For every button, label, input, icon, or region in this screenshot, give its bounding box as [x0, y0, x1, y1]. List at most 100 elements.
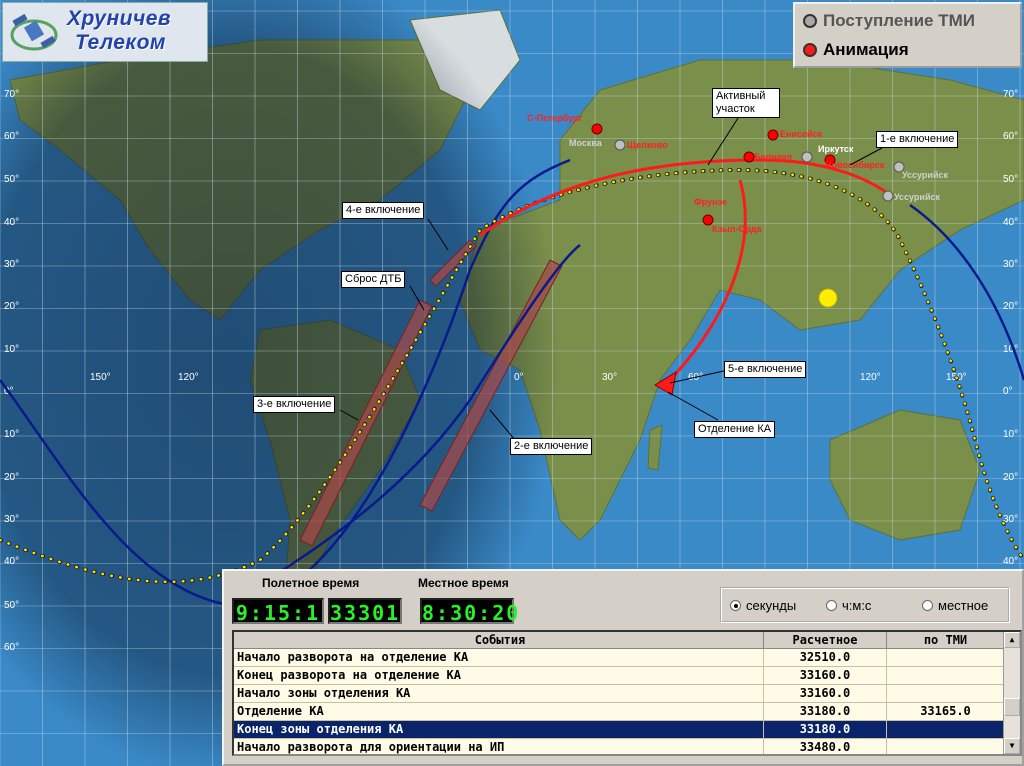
callout-dtb: Сброс ДТБ [341, 271, 406, 288]
latitude-label: 50° [4, 600, 19, 611]
callout-burn2: 2-е включение [510, 438, 593, 455]
longitude-label: 0° [514, 372, 524, 383]
tmi-status-icon [803, 14, 817, 28]
callout-burn5: 5-е включение [724, 361, 807, 378]
radio-local-indicator [922, 600, 933, 611]
latitude-label: 20° [1003, 301, 1018, 312]
latitude-label: 60° [1003, 131, 1018, 142]
radio-seconds[interactable]: секунды [730, 598, 796, 613]
svg-text:Москва: Москва [569, 138, 603, 148]
calc-cell: 33480.0 [764, 739, 887, 754]
latitude-label: 40° [4, 556, 19, 567]
animation-label: Анимация [823, 40, 909, 59]
local-time-display: 8:30:20 [420, 598, 518, 625]
latitude-label: 40° [1003, 217, 1018, 228]
flight-time-hms-display: 9:15:1 [232, 598, 324, 625]
events-table-header: События Расчетное по ТМИ [234, 632, 1020, 649]
event-cell: Отделение КА [234, 703, 764, 720]
satellite-logo-icon [10, 13, 58, 51]
latitude-label: 30° [4, 259, 19, 270]
tmi-label: Поступление ТМИ [823, 11, 975, 30]
tmi-cell [887, 685, 1005, 702]
latitude-label: 40° [4, 217, 19, 228]
table-row[interactable]: Начало зоны отделения КА 33160.0 [234, 685, 1020, 703]
callout-burn3: 3-е включение [253, 396, 336, 413]
scroll-down-icon[interactable]: ▼ [1004, 738, 1020, 754]
svg-text:Барнаул: Барнаул [754, 152, 792, 162]
event-cell: Конец зоны отделения КА [234, 721, 764, 738]
radio-hms[interactable]: ч:м:с [826, 598, 871, 613]
animation-legend-item[interactable]: Анимация [803, 40, 909, 60]
sun-icon [818, 288, 838, 308]
column-header-events[interactable]: События [234, 632, 764, 648]
svg-text:Кзыл-Орда: Кзыл-Орда [712, 224, 762, 234]
latitude-label: 60° [4, 131, 19, 142]
radio-local-label: местное [938, 598, 989, 613]
svg-text:Новосибирск: Новосибирск [825, 160, 885, 170]
calc-cell: 33160.0 [764, 667, 887, 684]
svg-text:Уссурийск: Уссурийск [902, 170, 948, 180]
events-table: События Расчетное по ТМИ Начало разворот… [232, 630, 1022, 756]
longitude-label: 120° [178, 372, 199, 383]
latitude-label: 10° [4, 344, 19, 355]
animation-status-icon [803, 43, 817, 57]
scroll-up-icon[interactable]: ▲ [1004, 632, 1020, 648]
event-cell: Начало зоны отделения КА [234, 685, 764, 702]
svg-text:Уссурийск: Уссурийск [894, 192, 940, 202]
latitude-label: 70° [4, 89, 19, 100]
callout-separation: Отделение КА [694, 421, 776, 438]
longitude-label: 120° [860, 372, 881, 383]
svg-text:С-Петербург: С-Петербург [527, 113, 583, 123]
flight-time-label: Полетное время [262, 576, 360, 590]
svg-text:Щелково: Щелково [627, 140, 668, 150]
calc-cell: 33180.0 [764, 721, 887, 738]
radio-local[interactable]: местное [922, 598, 988, 613]
tmi-cell [887, 649, 1005, 666]
latitude-label: 30° [1003, 259, 1018, 270]
latitude-label: 20° [4, 301, 19, 312]
callout-burn1: 1-е включение [876, 131, 959, 148]
table-row[interactable]: Начало разворота на отделение КА 32510.0 [234, 649, 1020, 667]
latitude-label: 0° [1003, 386, 1013, 397]
event-cell: Начало разворота на отделение КА [234, 649, 764, 666]
event-cell: Начало разворота для ориентации на ИП [234, 739, 764, 754]
telemetry-panel: Полетное время Местное время 9:15:1 3330… [222, 569, 1024, 766]
latitude-label: 40° [1003, 556, 1018, 567]
tmi-cell: 33165.0 [887, 703, 1005, 720]
table-row-selected[interactable]: Конец зоны отделения КА 33180.0 [234, 721, 1020, 739]
tmi-cell [887, 739, 1005, 754]
logo-line2: Телеком [75, 31, 166, 54]
table-row[interactable]: Отделение КА 33180.0 33165.0 [234, 703, 1020, 721]
legend-panel: Поступление ТМИ Анимация [793, 2, 1022, 68]
time-format-group: секунды ч:м:с местное [720, 587, 1010, 623]
table-scrollbar[interactable]: ▲ ▼ [1003, 632, 1020, 754]
latitude-label: 50° [1003, 174, 1018, 185]
company-logo: Хруничев Телеком [2, 2, 208, 62]
table-row[interactable]: Конец разворота на отделение КА 33160.0 [234, 667, 1020, 685]
callout-burn4: 4-е включение [342, 202, 425, 219]
callout-active-segment: Активный участок [712, 88, 780, 118]
radio-seconds-label: секунды [746, 598, 797, 613]
scroll-thumb[interactable] [1004, 698, 1020, 716]
logo-line1: Хруничев [67, 7, 172, 30]
latitude-label: 10° [4, 429, 19, 440]
latitude-label: 20° [1003, 472, 1018, 483]
radio-hms-label: ч:м:с [842, 598, 872, 613]
tmi-legend-item[interactable]: Поступление ТМИ [803, 11, 975, 31]
svg-text:Фрунзе: Фрунзе [694, 197, 727, 207]
longitude-label: 150° [90, 372, 111, 383]
latitude-label: 30° [4, 514, 19, 525]
latitude-label: 50° [4, 174, 19, 185]
column-header-calc[interactable]: Расчетное [764, 632, 887, 648]
column-header-tmi[interactable]: по ТМИ [887, 632, 1005, 648]
calc-cell: 33180.0 [764, 703, 887, 720]
longitude-label: 30° [602, 372, 617, 383]
tmi-cell [887, 667, 1005, 684]
latitude-label: 20° [4, 472, 19, 483]
latitude-label: 60° [4, 642, 19, 653]
event-cell: Конец разворота на отделение КА [234, 667, 764, 684]
calc-cell: 32510.0 [764, 649, 887, 666]
radio-seconds-indicator [730, 600, 741, 611]
flight-time-sec-display: 33301 [328, 598, 402, 625]
table-row[interactable]: Начало разворота для ориентации на ИП 33… [234, 739, 1020, 754]
